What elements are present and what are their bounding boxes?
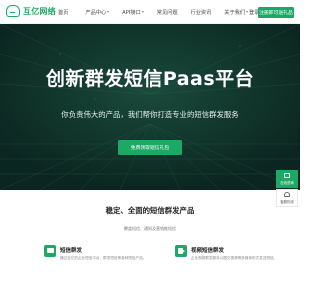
product-card-title: 视频短信群发 <box>191 248 225 254</box>
chevron-down-icon <box>107 11 110 13</box>
nav-about[interactable]: 关于我们 <box>224 9 249 16</box>
product-card-desc: 企业视频群发服务以图文视频等多媒体形式发送短信。 <box>191 256 278 260</box>
nav-faq[interactable]: 常见问题 <box>157 9 178 16</box>
hero-grid-background <box>0 24 300 190</box>
chevron-down-icon <box>141 11 144 13</box>
hotline-label: 客服热线 <box>280 199 294 204</box>
product-card-video[interactable]: 视频短信群发 企业视频群发服务以图文视频等多媒体形式发送短信。 <box>175 245 277 260</box>
nav-api-label: API接口 <box>122 9 141 16</box>
product-card-desc: 通过互亿的企业短信平台，群发短信等各种短信产品。 <box>60 256 147 260</box>
nav-home[interactable]: 首页 <box>58 9 68 16</box>
nav-news-label: 行业资讯 <box>190 9 212 16</box>
nav-home-label: 首页 <box>58 9 69 16</box>
product-card-title: 短信群发 <box>60 248 83 254</box>
headset-icon <box>284 192 290 198</box>
register-button[interactable]: 注册即可送礼品 <box>258 7 294 18</box>
nav-api[interactable]: API接口 <box>122 9 144 16</box>
chevron-down-icon <box>246 11 249 13</box>
online-consult-button[interactable]: 在线咨询 <box>276 170 298 188</box>
online-consult-label: 在线咨询 <box>280 180 294 185</box>
products-subtitle: 覆盖短信、通知及营销推短信 <box>124 226 176 231</box>
main-nav: 首页 产品中心 API接口 常见问题 行业资讯 关于我们 <box>58 0 249 24</box>
hero-banner: 创新群发短信Paas平台 你负责伟大的产品，我们帮你打造专业的短信群发服务 免费… <box>0 24 300 190</box>
chat-icon <box>284 173 290 179</box>
nav-products-label: 产品中心 <box>85 9 107 16</box>
floating-contact-bar: 在线咨询 客服热线 <box>276 170 298 208</box>
cloud-logo-icon <box>6 5 20 17</box>
logo[interactable]: 互亿网络 <box>6 5 56 17</box>
products-title: 稳定、全面的短信群发产品 <box>105 206 195 215</box>
hero-title: 创新群发短信Paas平台 <box>45 68 255 90</box>
hotline-button[interactable]: 客服热线 <box>276 189 298 207</box>
nav-about-label: 关于我们 <box>224 9 246 16</box>
video-icon <box>175 245 187 257</box>
nav-news[interactable]: 行业资讯 <box>191 9 212 16</box>
sms-icon <box>44 245 56 257</box>
product-card-sms[interactable]: 短信群发 通过互亿的企业短信平台，群发短信等各种短信产品。 <box>44 245 146 260</box>
nav-products[interactable]: 产品中心 <box>85 9 110 16</box>
site-header: 互亿网络 首页 产品中心 API接口 常见问题 行业资讯 关于我们 登录 注册即… <box>0 0 300 24</box>
hero-subtitle: 你负责伟大的产品，我们帮你打造专业的短信群发服务 <box>61 110 239 119</box>
logo-text: 互亿网络 <box>23 6 56 16</box>
free-gift-button[interactable]: 免费领取短信礼包 <box>118 140 182 155</box>
nav-faq-label: 常见问题 <box>156 9 178 16</box>
